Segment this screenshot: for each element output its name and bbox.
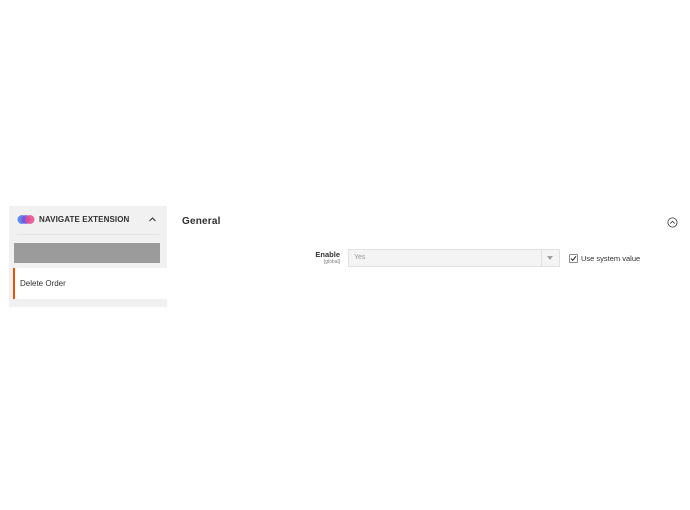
circle-chevron-up-icon[interactable] [667,217,678,228]
section-title: General [182,216,221,227]
sidebar-divider [17,234,159,235]
enable-field-label: Enable [global] [300,250,340,266]
sidebar-item-label: Delete Order [20,279,66,288]
page: NAVIGATE EXTENSION Delete Order General … [0,0,690,510]
redacted-nav-item [14,243,160,263]
enable-select[interactable]: Yes [348,249,560,267]
select-divider [541,250,542,266]
use-system-value-label[interactable]: Use system value [581,254,640,263]
sidebar-item-delete-order[interactable]: Delete Order [13,268,167,299]
enable-select-value: Yes [354,254,366,261]
use-system-value-checkbox[interactable] [569,254,578,263]
extension-sidebar: NAVIGATE EXTENSION Delete Order [9,206,167,307]
extension-logo-icon [17,215,35,224]
checkmark-icon [570,256,577,262]
dropdown-arrow-icon [547,256,553,260]
sidebar-header[interactable]: NAVIGATE EXTENSION [9,206,167,234]
sidebar-title: NAVIGATE EXTENSION [39,215,130,224]
enable-label: Enable [315,250,340,259]
enable-scope: [global] [323,259,340,265]
chevron-up-icon[interactable] [148,215,157,224]
